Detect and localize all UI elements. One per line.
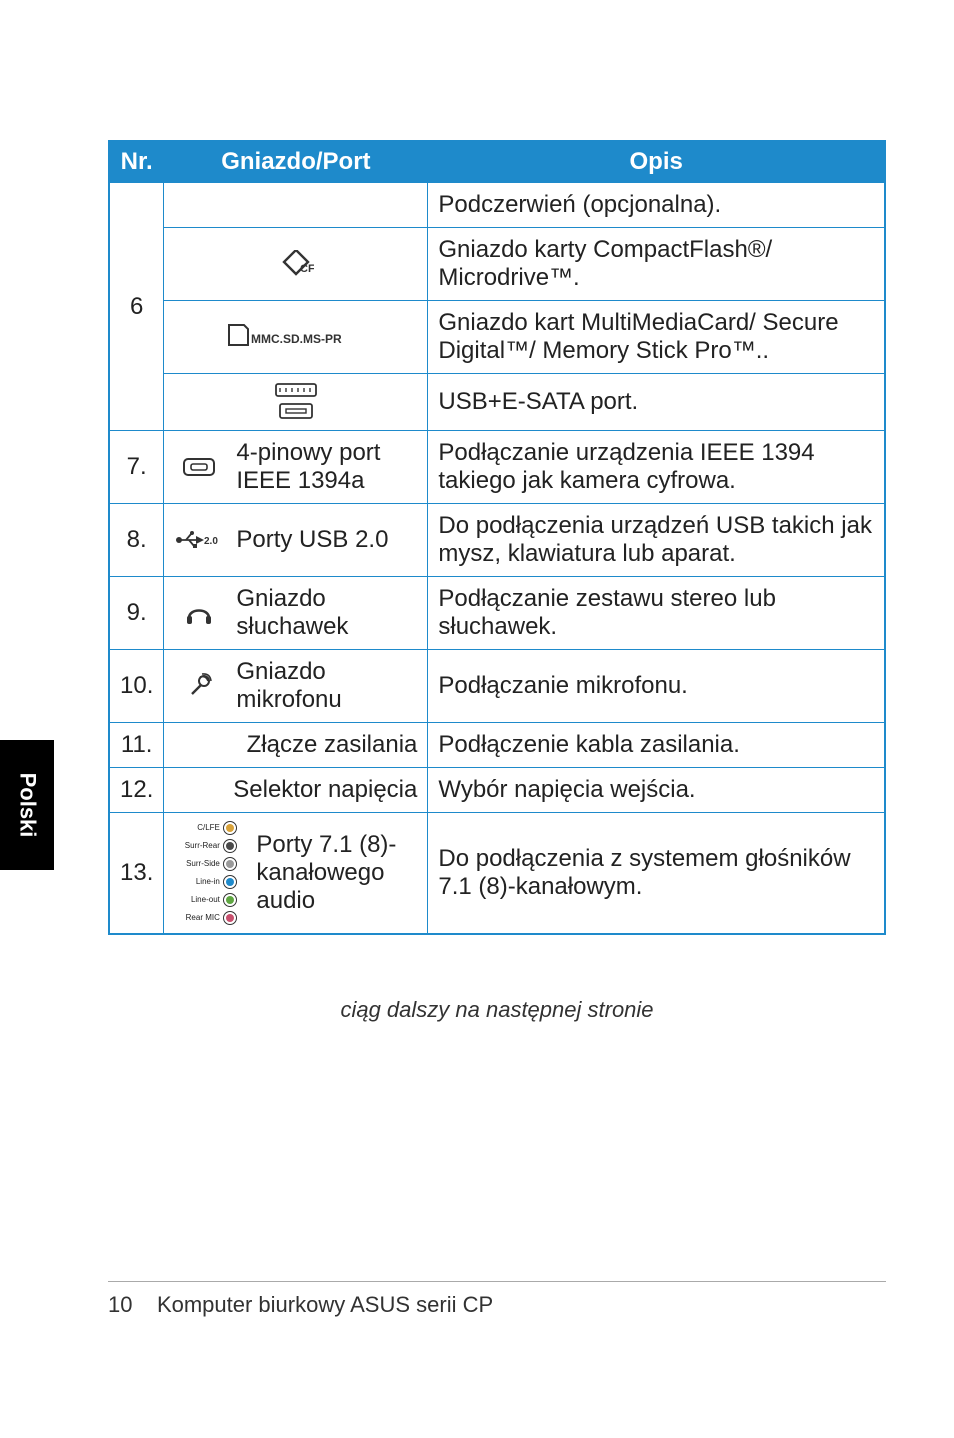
continuation-note: ciąg dalszy na następnej stronie <box>108 997 886 1023</box>
audio-port-label: C/LFE <box>182 824 220 833</box>
audio-port-jack <box>223 821 237 835</box>
cell-nr-13: 13. <box>109 813 164 935</box>
svg-text:2.0: 2.0 <box>204 536 218 547</box>
th-desc: Opis <box>428 141 885 183</box>
cell-nr-7: 7. <box>109 431 164 504</box>
row-9: 9. Gniazdo słuchawek Podłączanie <box>109 577 885 650</box>
label-9: Gniazdo słuchawek <box>236 585 417 641</box>
svg-text:CF: CF <box>300 263 314 275</box>
cell-nr-11: 11. <box>109 723 164 768</box>
row-7: 7. 4-pinowy port IEEE 1394a Podłączanie … <box>109 431 885 504</box>
label-8: Porty USB 2.0 <box>236 526 417 554</box>
audio-port-jack <box>223 857 237 871</box>
cell-nr-6: 6 <box>109 183 164 431</box>
cell-desc-12: Wybór napięcia wejścia. <box>428 768 885 813</box>
audio-port-row: Line-in <box>182 875 237 889</box>
cell-nr-12: 12. <box>109 768 164 813</box>
row-6-cf: CF Gniazdo karty CompactFlash®/ Microdri… <box>109 228 885 301</box>
page-number: 10 <box>108 1292 132 1317</box>
cell-port-12: Selektor napięcia <box>164 768 428 813</box>
row-6-ir: 6 Podczerwień (opcjonalna). <box>109 183 885 228</box>
cf-icon: CF <box>271 250 321 278</box>
cell-port-cf: CF <box>164 228 428 301</box>
cell-nr-9: 9. <box>109 577 164 650</box>
audio-port-row: C/LFE <box>182 821 237 835</box>
row-12: 12. Selektor napięcia Wybór napięcia wej… <box>109 768 885 813</box>
audio-port-label: Surr-Side <box>182 860 220 869</box>
label-7: 4-pinowy port IEEE 1394a <box>236 439 417 495</box>
language-tab: Polski <box>0 740 54 870</box>
cell-nr-10: 10. <box>109 650 164 723</box>
row-13: 13. C/LFE Surr-Rear Surr-Side Line-in Line-o… <box>109 813 885 935</box>
language-label: Polski <box>14 773 40 838</box>
cell-port-10: Gniazdo mikrofonu <box>164 650 428 723</box>
audio-port-row: Surr-Side <box>182 857 237 871</box>
mmc-icon: MMC.SD.MS-PR <box>226 323 366 351</box>
ieee1394-icon <box>174 455 224 479</box>
cell-port-9: Gniazdo słuchawek <box>164 577 428 650</box>
esata-icon <box>266 382 326 422</box>
page-footer: 10 Komputer biurkowy ASUS serii CP <box>108 1281 886 1318</box>
audio-port-label: Surr-Rear <box>182 842 220 851</box>
headphones-icon <box>174 600 224 626</box>
page-content: Nr. Gniazdo/Port Opis 6 Podczerwień (opc… <box>108 140 886 1023</box>
audio-port-label: Rear MIC <box>182 914 220 923</box>
cell-desc-ir: Podczerwień (opcjonalna). <box>428 183 885 228</box>
cell-port-13: C/LFE Surr-Rear Surr-Side Line-in Line-out Re… <box>164 813 428 935</box>
audio-port-jack <box>223 875 237 889</box>
audio-port-row: Line-out <box>182 893 237 907</box>
audio-port-jack <box>223 839 237 853</box>
cell-port-mmc: MMC.SD.MS-PR <box>164 301 428 374</box>
audio-port-row: Rear MIC <box>182 911 237 925</box>
label-11: Złącze zasilania <box>247 731 418 758</box>
microphone-icon <box>174 673 224 699</box>
th-nr: Nr. <box>109 141 164 183</box>
audio-port-jack <box>223 893 237 907</box>
label-12: Selektor napięcia <box>233 776 417 803</box>
cell-desc-mmc: Gniazdo kart MultiMediaCard/ Secure Digi… <box>428 301 885 374</box>
cell-port-8: 2.0 Porty USB 2.0 <box>164 504 428 577</box>
cell-port-7: 4-pinowy port IEEE 1394a <box>164 431 428 504</box>
cell-desc-9: Podłączanie zestawu stereo lub słuchawek… <box>428 577 885 650</box>
usb-icon: 2.0 <box>174 530 224 550</box>
footer-title: Komputer biurkowy ASUS serii CP <box>157 1292 493 1317</box>
cell-port-ir <box>164 183 428 228</box>
th-port: Gniazdo/Port <box>164 141 428 183</box>
audio-port-row: Surr-Rear <box>182 839 237 853</box>
cell-port-11: Złącze zasilania <box>164 723 428 768</box>
audio-port-label: Line-in <box>182 878 220 887</box>
label-10: Gniazdo mikrofonu <box>236 658 417 714</box>
row-11: 11. Złącze zasilania Podłączenie kabla z… <box>109 723 885 768</box>
svg-text:MMC.SD.MS-PR: MMC.SD.MS-PR <box>251 332 342 346</box>
cell-desc-11: Podłączenie kabla zasilania. <box>428 723 885 768</box>
cell-port-esata <box>164 374 428 431</box>
cell-nr-8: 8. <box>109 504 164 577</box>
audio-port-jack <box>223 911 237 925</box>
audio-ports-icon: C/LFE Surr-Rear Surr-Side Line-in Line-out Re… <box>174 821 244 925</box>
label-13: Porty 7.1 (8)-kanałowego audio <box>256 831 417 915</box>
row-10: 10. Gniazdo mikrofonu <box>109 650 885 723</box>
row-8: 8. 2.0 <box>109 504 885 577</box>
cell-desc-cf: Gniazdo karty CompactFlash®/ Microdrive™… <box>428 228 885 301</box>
cell-desc-8: Do podłączenia urządzeń USB takich jak m… <box>428 504 885 577</box>
audio-port-label: Line-out <box>182 896 220 905</box>
cell-desc-13: Do podłączenia z systemem głośników 7.1 … <box>428 813 885 935</box>
cell-desc-esata: USB+E-SATA port. <box>428 374 885 431</box>
row-6-mmc: MMC.SD.MS-PR Gniazdo kart MultiMediaCard… <box>109 301 885 374</box>
ports-table: Nr. Gniazdo/Port Opis 6 Podczerwień (opc… <box>108 140 886 935</box>
cell-desc-7: Podłączanie urządzenia IEEE 1394 takiego… <box>428 431 885 504</box>
row-6-esata: USB+E-SATA port. <box>109 374 885 431</box>
cell-desc-10: Podłączanie mikrofonu. <box>428 650 885 723</box>
